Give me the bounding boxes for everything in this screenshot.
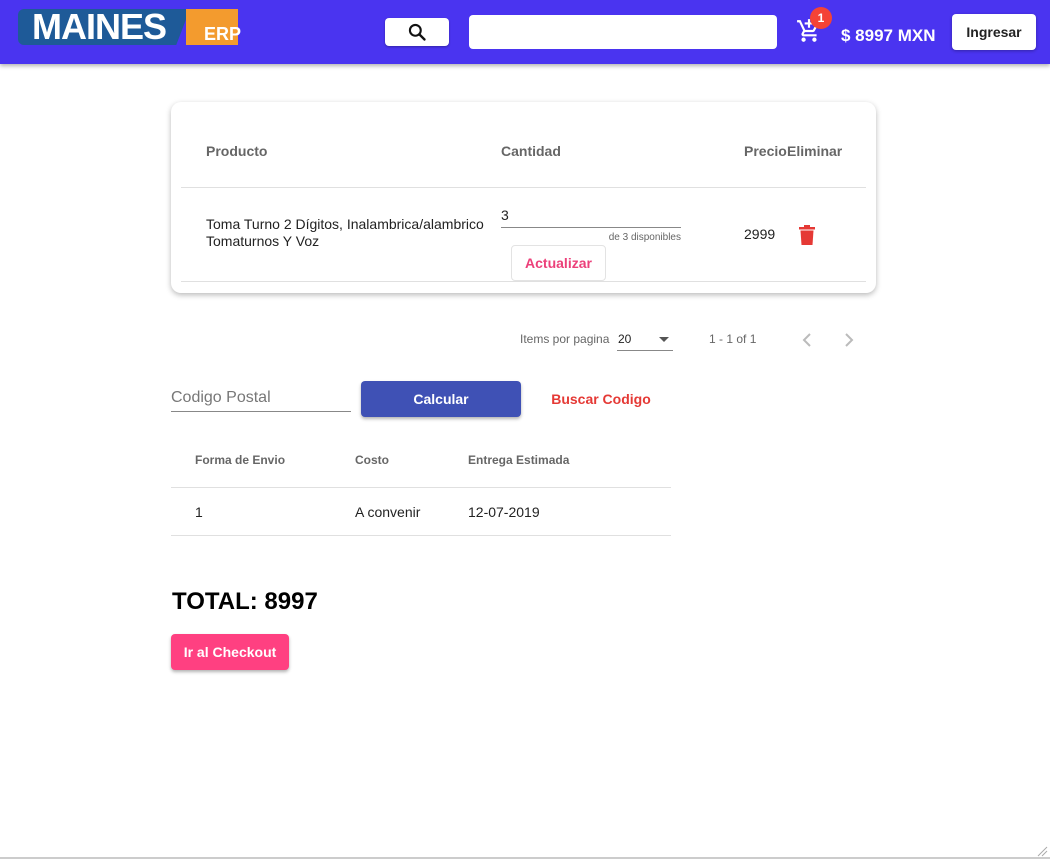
- previous-page-button[interactable]: [796, 328, 820, 352]
- search-input[interactable]: [469, 15, 777, 49]
- available-stock-hint: de 3 disponibles: [608, 232, 681, 243]
- page-range-label: 1 - 1 of 1: [709, 332, 757, 346]
- product-name: Toma Turno 2 Dígitos, Inalambrica/alambr…: [206, 216, 484, 249]
- product-price: 2999: [744, 226, 776, 242]
- delete-icon[interactable]: [799, 225, 815, 245]
- resize-handle-icon[interactable]: [1036, 845, 1048, 857]
- cart-table-card: Producto Cantidad Precio Eliminar Toma T…: [171, 102, 876, 293]
- quantity-input[interactable]: [501, 202, 681, 228]
- postal-code-input[interactable]: [171, 384, 351, 412]
- shipping-method-value: 1: [195, 504, 203, 520]
- checkout-button[interactable]: Ir al Checkout: [171, 634, 289, 670]
- cart-count-badge: 1: [810, 7, 832, 29]
- shipping-header-eta: Entrega Estimada: [468, 453, 570, 467]
- chevron-left-icon: [802, 333, 811, 347]
- logo-text: MAINES: [32, 6, 167, 47]
- order-total: TOTAL: 8997: [172, 588, 318, 615]
- maines-erp-logo[interactable]: ERP MAINES: [18, 6, 241, 47]
- shipping-cost-value: A convenir: [355, 504, 421, 520]
- search-button[interactable]: [385, 18, 449, 46]
- row-divider: [181, 281, 866, 282]
- dropdown-caret-icon: [659, 337, 669, 342]
- column-header-price: Precio: [744, 143, 787, 159]
- logo-erp-badge: ERP: [186, 9, 241, 45]
- shipping-header-cost: Costo: [355, 453, 389, 467]
- calculate-button[interactable]: Calcular: [361, 381, 521, 417]
- search-icon: [408, 23, 426, 41]
- login-button[interactable]: Ingresar: [952, 14, 1036, 50]
- items-per-page-label: Items por pagina: [520, 332, 610, 346]
- column-header-quantity: Cantidad: [501, 143, 561, 159]
- top-app-bar: ERP MAINES 1 $ 8997 MXN Ingresar: [0, 0, 1050, 64]
- header-divider: [181, 187, 866, 188]
- next-page-button[interactable]: [836, 328, 860, 352]
- page-size-select[interactable]: 20: [617, 327, 673, 351]
- column-header-remove: Eliminar: [787, 143, 843, 159]
- chevron-right-icon: [845, 333, 854, 347]
- column-header-product: Producto: [206, 143, 268, 159]
- page-size-value: 20: [618, 332, 632, 346]
- cart-total: $ 8997 MXN: [841, 26, 936, 45]
- shipping-row-divider: [171, 535, 671, 536]
- shipping-eta-value: 12-07-2019: [468, 504, 540, 520]
- shipping-header-divider: [171, 487, 671, 488]
- shipping-header-method: Forma de Envio: [195, 453, 286, 467]
- update-quantity-button[interactable]: Actualizar: [511, 245, 606, 281]
- find-code-button[interactable]: Buscar Codigo: [545, 381, 657, 417]
